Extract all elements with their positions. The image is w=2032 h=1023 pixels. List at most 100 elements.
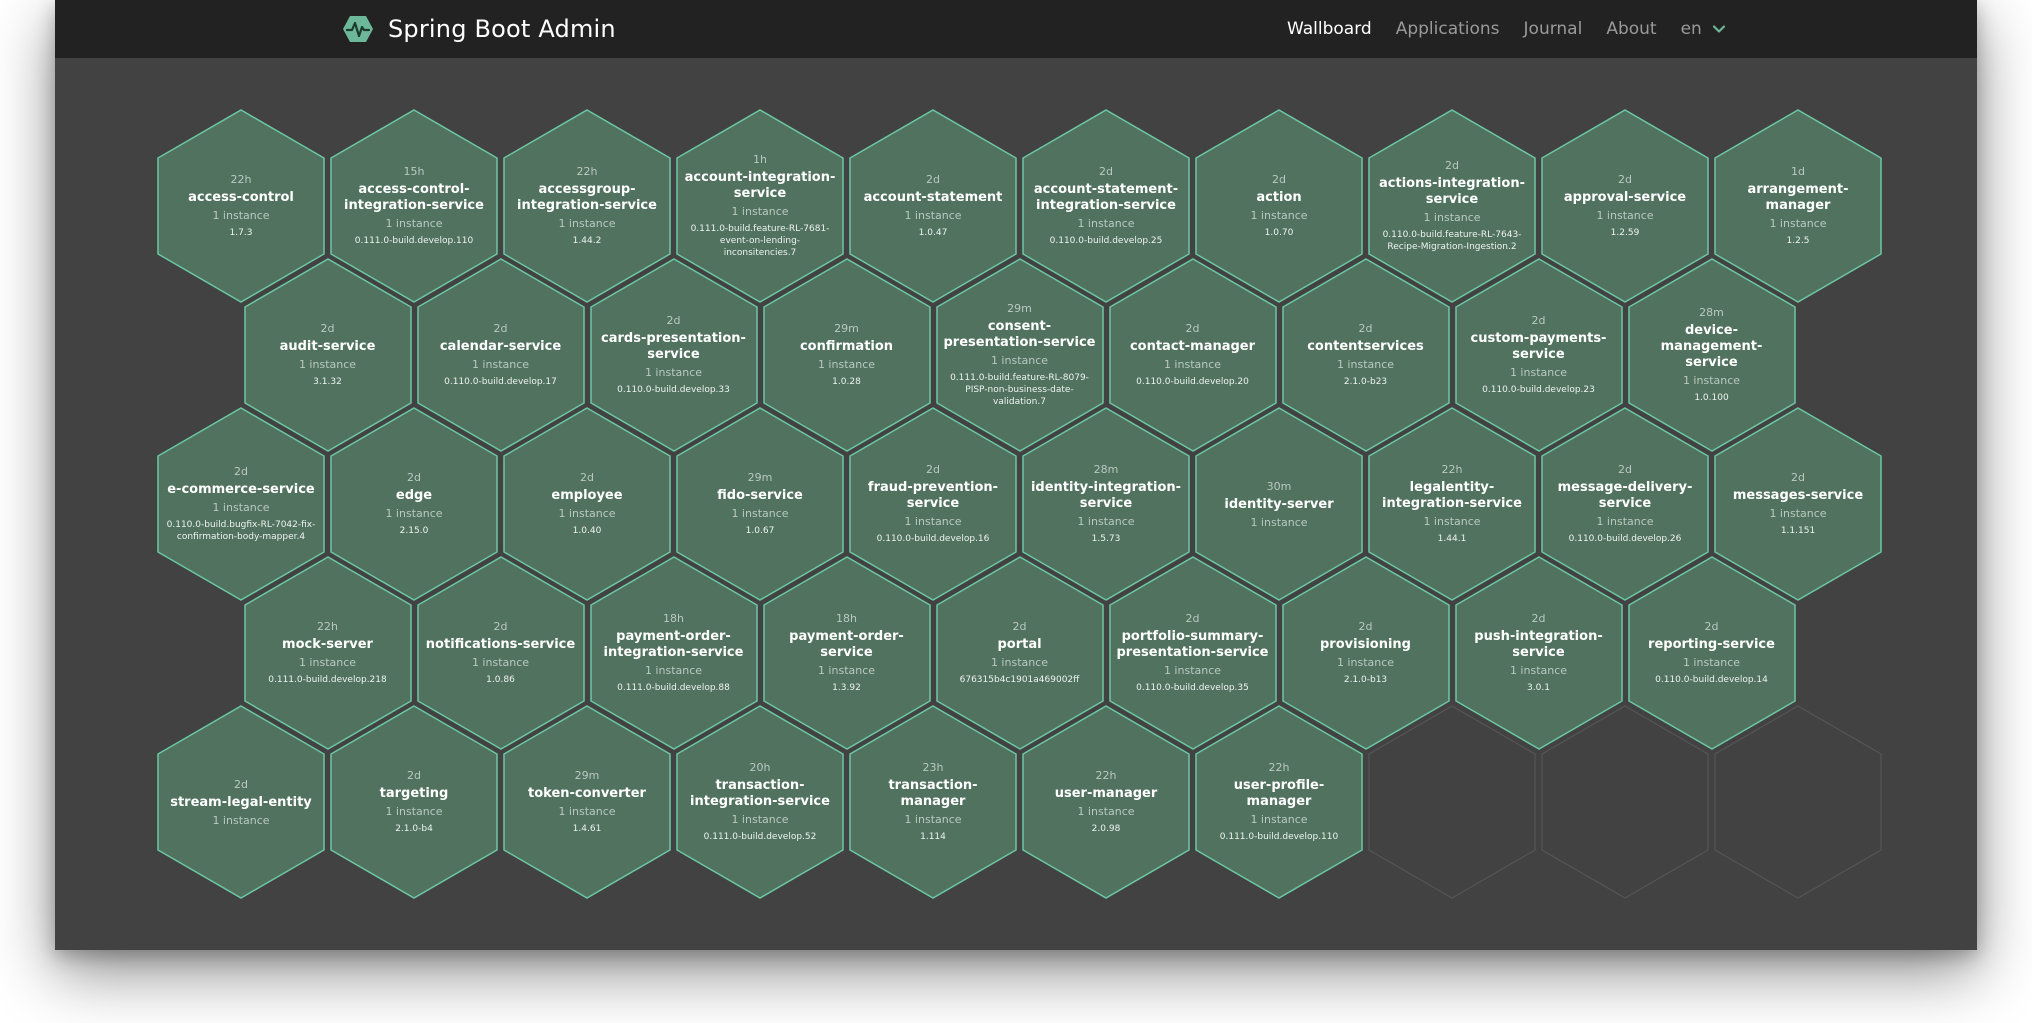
application-hex[interactable]: 29m token-converter 1 instance 1.4.61 [501,704,673,900]
application-version: 2.1.0-b23 [1343,377,1388,387]
application-instance-count: 1 instance [212,813,270,827]
application-instance-count: 1 instance [1336,358,1395,371]
application-version: 0.111.0-build.develop.218 [268,675,387,685]
empty-hex [1366,704,1538,900]
application-instance-count: 1 instance [1596,515,1654,528]
application-uptime: 2d [1099,165,1113,178]
application-uptime: 28m [1093,463,1119,476]
application-instance-count: 1 instance [1163,664,1222,677]
application-name: transaction-manager [888,778,978,809]
application-instance-count: 1 instance [558,805,616,818]
application-uptime: 2d [926,173,940,186]
app-window: Spring Boot Admin Wallboard Applications… [55,0,1977,950]
application-version: 2.1.0-b13 [1343,675,1388,685]
application-instance-count: 1 instance [298,358,357,371]
application-instance-count: 1 instance [1336,656,1395,669]
application-instance-count: 1 instance [817,664,876,677]
application-name: actions-integration-service [1379,176,1525,207]
application-uptime: 22h [1268,761,1290,774]
application-uptime: 2d [926,463,940,476]
application-version: 1.7.3 [229,228,253,238]
application-uptime: 2d [1791,471,1805,484]
application-instance-count: 1 instance [1077,515,1135,528]
application-name: account-integration-service [684,170,836,201]
application-instance-count: 1 instance [904,515,962,528]
application-name: payment-order-integration-service [603,629,744,660]
application-version: 1.0.67 [745,526,775,536]
application-name: contentservices [1307,339,1424,354]
application-instance-count: 1 instance [298,656,357,669]
application-version: 1.4.61 [572,824,602,834]
application-version: 0.111.0-build.develop.110 [1219,832,1339,842]
application-name: provisioning [1320,637,1411,652]
application-hex-content: 29m token-converter 1 instance 1.4.61 [511,704,663,900]
application-version: 1.44.1 [1437,534,1467,544]
application-name: approval-service [1563,190,1687,205]
application-name: user-profile-manager [1233,778,1325,809]
application-uptime: 2d [1618,173,1632,186]
application-instance-count: 1 instance [385,805,443,818]
application-version: 0.110.0-build.develop.35 [1136,683,1249,693]
application-uptime: 2d [1358,620,1373,633]
application-hex[interactable]: 2d stream-legal-entity 1 instance [155,704,327,900]
application-hex[interactable]: 2d targeting 1 instance 2.1.0-b4 [328,704,500,900]
application-uptime: 2d [666,314,681,327]
application-instance-count: 1 instance [1077,805,1135,818]
application-instance-count: 1 instance [1250,209,1308,222]
application-name: transaction-integration-service [690,778,830,809]
application-uptime: 18h [836,612,857,625]
empty-hexagon-shape [1714,705,1882,899]
application-name: cards-presentation-service [601,331,746,362]
application-hex[interactable]: 23h transaction-manager 1 instance 1.114 [847,704,1019,900]
application-uptime: 2d [1618,463,1632,476]
application-name: reporting-service [1648,637,1775,652]
application-instance-count: 1 instance [904,813,962,826]
empty-hex [1539,704,1711,900]
application-name: arrangement-manager [1747,182,1849,213]
application-hex[interactable]: 22h user-manager 1 instance 2.0.98 [1020,704,1192,900]
application-instance-count: 1 instance [1250,813,1308,826]
application-hex[interactable]: 22h user-profile-manager 1 instance 0.111.0… [1193,704,1365,900]
application-uptime: 15h [403,165,425,178]
application-instance-count: 1 instance [558,507,616,520]
application-uptime: 2d [320,322,335,335]
application-version: 1.0.47 [918,228,948,238]
application-instance-count: 1 instance [1077,217,1135,230]
application-name: action [1256,190,1302,205]
application-uptime: 2d [1531,612,1546,625]
application-instance-count: 1 instance [990,656,1049,669]
application-instance-count: 1 instance [1682,656,1741,669]
wallboard-grid: 22h access-control 1 instance 1.7.3 15h acces… [55,0,1977,950]
application-uptime: 1d [1791,165,1805,178]
application-version: 1.114 [920,832,946,842]
application-version: 0.111.0-build.feature-RL-7681-event-on-l… [690,224,830,258]
application-uptime: 22h [317,620,338,633]
application-uptime: 2d [1185,322,1200,335]
application-name: stream-legal-entity [170,794,312,810]
application-uptime: 29m [574,769,600,782]
application-version: 0.110.0-build.develop.16 [876,534,990,544]
application-hex-content: 22h user-manager 1 instance 2.0.98 [1030,704,1182,900]
application-version: 2.1.0-b4 [395,824,433,834]
application-instance-count: 1 instance [1509,664,1568,677]
application-name: account-statement-integration-service [1033,182,1179,213]
application-instance-count: 1 instance [1509,366,1568,379]
application-name: message-delivery-service [1557,480,1693,511]
application-version: 0.110.0-build.develop.20 [1136,377,1249,387]
application-version: 2.0.98 [1091,824,1121,834]
application-hex-content: 2d targeting 1 instance 2.1.0-b4 [338,704,490,900]
application-uptime: 1h [753,153,767,166]
application-instance-count: 1 instance [990,354,1049,367]
application-name: confirmation [799,339,894,354]
application-hex[interactable]: 20h transaction-integration-service 1 inst… [674,704,846,900]
application-name: employee [551,488,623,503]
application-name: fraud-prevention-service [867,480,999,511]
application-version: 3.1.32 [313,377,342,387]
application-instance-count: 1 instance [644,664,703,677]
application-uptime: 28m [1699,306,1724,319]
application-instance-count: 1 instance [471,656,530,669]
application-uptime: 2d [234,777,248,791]
application-name: targeting [379,786,449,801]
application-uptime: 2d [493,620,508,633]
application-instance-count: 1 instance [558,217,616,230]
